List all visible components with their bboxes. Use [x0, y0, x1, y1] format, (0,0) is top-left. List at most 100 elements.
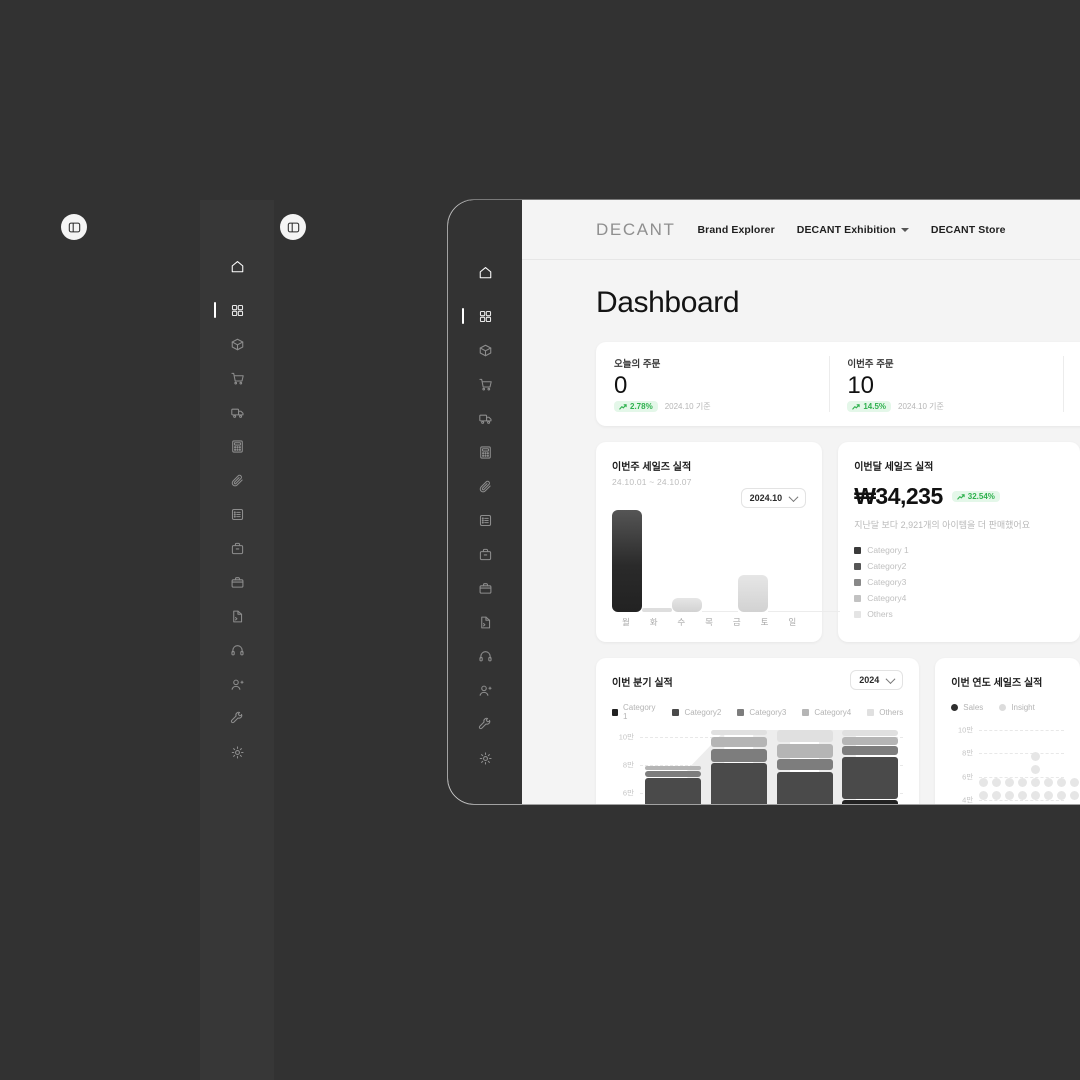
quarterly-legend: Category 1 Category2 Category3 Category4 Oth… — [612, 703, 903, 721]
data-point[interactable] — [992, 778, 1002, 787]
sidebar-item-delivery[interactable] — [200, 400, 274, 424]
stacked-segment[interactable] — [776, 771, 833, 804]
stacked-segment[interactable] — [842, 756, 899, 799]
stacked-segment[interactable] — [842, 746, 899, 756]
stacked-segment[interactable] — [842, 729, 899, 736]
sidebar-item-accounting[interactable] — [448, 440, 522, 464]
stat-trend-value: 14.5% — [863, 402, 887, 412]
yearly-dot-matrix — [979, 724, 1080, 804]
nav-gap — [200, 424, 274, 434]
ghost-panel-toggle-button[interactable] — [280, 214, 306, 240]
data-point[interactable] — [1031, 791, 1041, 800]
stacked-segment[interactable] — [644, 765, 701, 770]
sidebar-item-attachments[interactable] — [200, 468, 274, 492]
stacked-segment[interactable] — [644, 778, 701, 804]
sidebar-item-settings[interactable] — [448, 746, 522, 770]
data-point[interactable] — [1057, 778, 1067, 787]
bar-group — [837, 729, 903, 804]
stacked-segment[interactable] — [776, 743, 833, 758]
monthly-trend-badge: 32.54% — [951, 491, 1000, 502]
dot-row — [979, 778, 1080, 787]
data-point[interactable] — [1044, 791, 1054, 800]
stacked-segment[interactable] — [842, 737, 899, 745]
bar[interactable] — [804, 611, 840, 612]
sidebar-item-members[interactable] — [200, 672, 274, 696]
paperclip-icon — [231, 474, 243, 486]
sidebar-item-documents[interactable] — [448, 610, 522, 634]
sidebar-item-tools[interactable] — [448, 712, 522, 736]
sidebar-item-accounting[interactable] — [200, 434, 274, 458]
stacked-segment[interactable] — [710, 748, 767, 762]
sidebar-item-attachments[interactable] — [448, 474, 522, 498]
data-point[interactable] — [1018, 778, 1028, 787]
sidebar-item-orders[interactable] — [448, 372, 522, 396]
bar[interactable] — [738, 575, 768, 612]
bar-column — [702, 502, 738, 612]
legend-label: Category3 — [749, 707, 787, 717]
data-point[interactable] — [1031, 778, 1041, 787]
data-point[interactable] — [1044, 778, 1054, 787]
bar[interactable] — [672, 598, 702, 612]
sidebar-item-business[interactable] — [200, 536, 274, 560]
data-point[interactable] — [979, 778, 989, 787]
topbar: DECANT Brand Explorer DECANT Exhibition … — [522, 200, 1080, 260]
stacked-segment[interactable] — [842, 800, 899, 804]
data-point[interactable] — [1031, 765, 1041, 774]
nav-link-decant-store[interactable]: DECANT Store — [931, 224, 1006, 236]
sidebar-item-tools[interactable] — [200, 706, 274, 730]
sidebar-item-store[interactable] — [448, 576, 522, 600]
bar[interactable] — [612, 510, 642, 612]
data-point[interactable] — [1005, 778, 1015, 787]
data-point[interactable] — [1070, 778, 1080, 787]
data-point[interactable] — [1031, 752, 1041, 761]
data-point[interactable] — [979, 791, 989, 800]
dot-row — [1031, 765, 1041, 774]
stacked-segment[interactable] — [710, 763, 767, 804]
data-point[interactable] — [1018, 791, 1028, 800]
stacked-segment[interactable] — [710, 730, 767, 736]
sidebar-item-members[interactable] — [448, 678, 522, 702]
data-point[interactable] — [992, 791, 1002, 800]
sidebar-item-inventory[interactable] — [448, 508, 522, 532]
nav-link-brand-explorer[interactable]: Brand Explorer — [698, 224, 775, 236]
bar[interactable] — [702, 611, 738, 612]
legend-swatch — [737, 708, 745, 716]
sidebar-item-support[interactable] — [448, 644, 522, 668]
stacked-segment[interactable] — [776, 759, 833, 771]
data-point[interactable] — [1070, 791, 1080, 800]
bar[interactable] — [642, 608, 672, 612]
sidebar-item-store[interactable] — [200, 570, 274, 594]
stacked-segment[interactable] — [710, 736, 767, 748]
sidebar-item-dashboard[interactable] — [200, 298, 274, 322]
nav-gap — [200, 730, 274, 740]
sidebar-item-home[interactable] — [448, 260, 522, 284]
sidebar-item-products[interactable] — [200, 332, 274, 356]
sidebar-item-dashboard[interactable] — [448, 304, 522, 328]
sidebar-item-support[interactable] — [200, 638, 274, 662]
legend-label: Category4 — [867, 593, 907, 603]
sidebar-item-products[interactable] — [448, 338, 522, 362]
nav-link-label: DECANT Store — [930, 223, 1006, 236]
quarterly-year-select[interactable]: 2024 — [850, 670, 904, 690]
file-icon — [232, 610, 242, 622]
stacked-segment[interactable] — [776, 730, 833, 743]
legend-item: Category2 — [672, 703, 721, 721]
nav-link-decant-exhibition[interactable]: DECANT Exhibition — [797, 224, 909, 236]
sidebar-item-delivery[interactable] — [448, 406, 522, 430]
nav-gap — [448, 566, 522, 576]
stacked-segment[interactable] — [644, 771, 701, 777]
data-point[interactable] — [1005, 791, 1015, 800]
sidebar-item-business[interactable] — [448, 542, 522, 566]
brand-logo[interactable]: DECANT — [596, 220, 676, 240]
panel-toggle-button[interactable] — [61, 214, 87, 240]
sidebar-item-inventory[interactable] — [200, 502, 274, 526]
bar[interactable] — [768, 611, 804, 612]
sidebar-item-settings[interactable] — [200, 740, 274, 764]
truck-icon — [230, 408, 243, 418]
data-point[interactable] — [1057, 791, 1067, 800]
sidebar-item-orders[interactable] — [200, 366, 274, 390]
bar-column — [612, 502, 642, 612]
gear-icon — [479, 751, 492, 765]
sidebar-item-documents[interactable] — [200, 604, 274, 628]
sidebar-item-home[interactable] — [200, 254, 274, 278]
